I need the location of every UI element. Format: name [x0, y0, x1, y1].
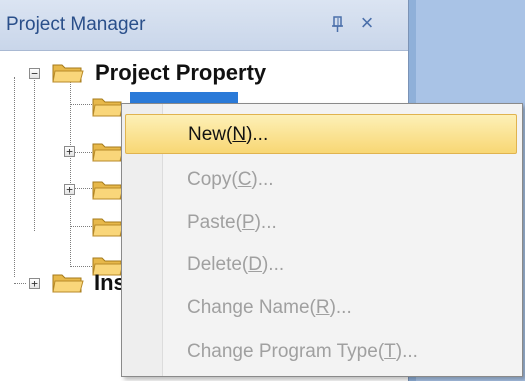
- menu-item-change-name[interactable]: Change Name(R)...: [125, 288, 517, 328]
- menu-item-delete[interactable]: Delete(D)...: [125, 245, 517, 285]
- expand-toggle[interactable]: +: [29, 278, 40, 289]
- pin-icon[interactable]: [330, 13, 346, 35]
- menu-item-copy[interactable]: Copy(C)...: [125, 160, 517, 200]
- close-icon[interactable]: ×: [356, 10, 378, 36]
- folder-icon: [92, 178, 124, 200]
- tree-item-project-property[interactable]: Project Property: [95, 60, 266, 86]
- folder-icon: [92, 95, 124, 117]
- panel-title: Project Manager: [6, 14, 146, 35]
- folder-icon: [92, 140, 124, 162]
- panel-header: Project Manager ×: [0, 0, 408, 51]
- context-menu: New(N)... Copy(C)... Paste(P)... Delete(…: [121, 103, 523, 377]
- folder-icon: [52, 271, 84, 293]
- expand-toggle[interactable]: +: [64, 184, 75, 195]
- collapse-toggle-project-property[interactable]: −: [29, 68, 40, 79]
- menu-item-change-program-type[interactable]: Change Program Type(T)...: [125, 332, 517, 372]
- menu-item-paste[interactable]: Paste(P)...: [125, 203, 517, 243]
- expand-toggle[interactable]: +: [64, 146, 75, 157]
- folder-icon: [92, 215, 124, 237]
- menu-item-new[interactable]: New(N)...: [125, 114, 517, 154]
- folder-icon: [52, 61, 84, 83]
